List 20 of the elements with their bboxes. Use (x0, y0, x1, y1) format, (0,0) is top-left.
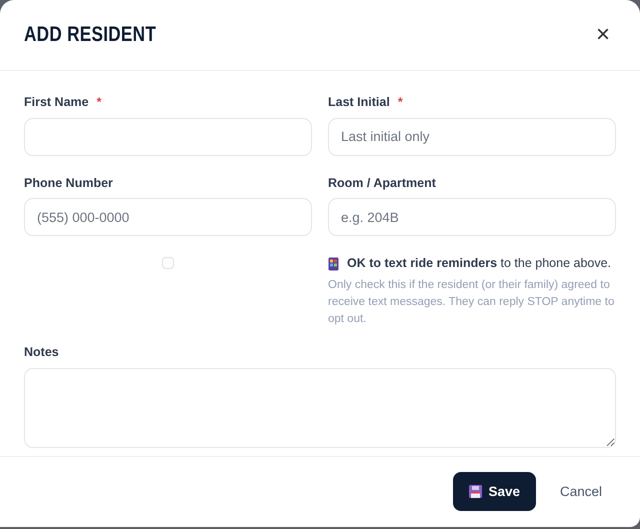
consent-label: OK to text ride reminders to the phone above. (347, 255, 612, 272)
required-mark: * (96, 94, 102, 111)
dialog-title: ADD RESIDENT (24, 22, 156, 48)
required-mark: * (398, 94, 403, 111)
field-label: Last Initial (328, 94, 390, 111)
input-field[interactable]: e.g. 204B (328, 198, 616, 236)
phone-icon (328, 256, 339, 271)
consent-checkbox[interactable] (162, 257, 174, 270)
save-button[interactable]: Save (453, 472, 536, 512)
consent-help-text: Only check this if the resident (or their family) agreed to receive text messages. They can reply STOP anytime to opt out. (328, 278, 616, 327)
field-label: Phone Number (24, 174, 113, 192)
field-label: Notes (24, 344, 60, 362)
input-field[interactable] (24, 118, 312, 156)
close-button[interactable]: × (590, 20, 616, 49)
field-label: Room / Apartment (328, 174, 436, 192)
input-field[interactable]: (555) 000-0000 (24, 198, 312, 236)
input-field[interactable]: Last initial only (328, 118, 616, 156)
notes-field[interactable] (24, 368, 616, 448)
field-label: First Name (24, 94, 89, 111)
cancel-button[interactable]: Cancel (546, 472, 616, 512)
